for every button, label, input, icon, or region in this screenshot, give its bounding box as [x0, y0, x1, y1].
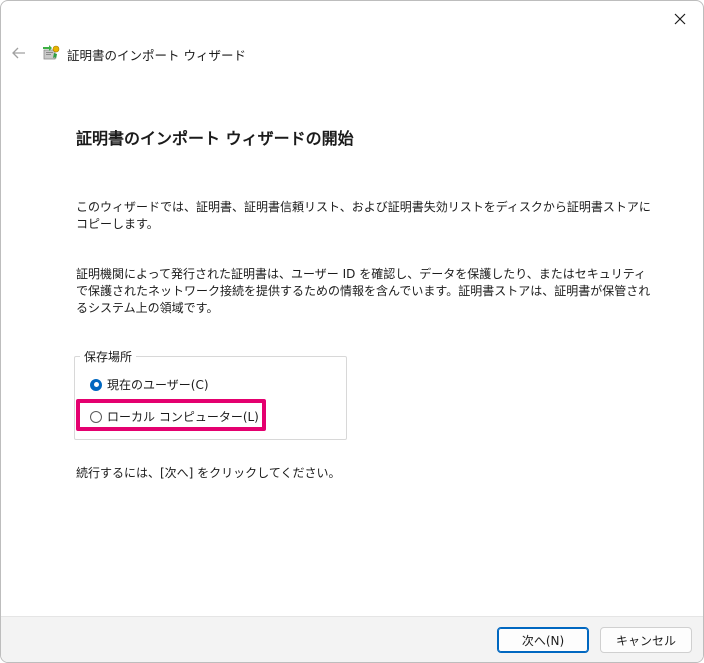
instruction-text: 続行するには、[次へ] をクリックしてください。: [76, 466, 341, 480]
next-button[interactable]: 次へ(N): [497, 627, 589, 653]
close-button[interactable]: [663, 5, 697, 33]
certificate-wizard-icon: [43, 45, 60, 60]
radio-current-user-label: 現在のユーザー(C): [107, 378, 209, 392]
window-title: 証明書のインポート ウィザード: [67, 48, 246, 63]
footer-bar: [1, 616, 703, 662]
store-location-legend: 保存場所: [80, 348, 137, 365]
highlight-box: [76, 399, 266, 431]
radio-selected-icon: [90, 378, 102, 391]
radio-current-user[interactable]: 現在のユーザー(C): [90, 376, 209, 393]
description-paragraph-2: 証明機関によって発行された証明書は、ユーザー ID を確認し、データを保護したり…: [76, 267, 651, 315]
cancel-button[interactable]: キャンセル: [600, 627, 692, 653]
back-arrow-icon: [12, 47, 25, 59]
back-button[interactable]: [7, 41, 31, 65]
description-paragraph-1: このウィザードでは、証明書、証明書信頼リスト、および証明書失効リストをディスクか…: [76, 200, 651, 231]
wizard-window: 証明書のインポート ウィザード 証明書のインポート ウィザードの開始 このウィザ…: [0, 0, 704, 663]
close-icon: [674, 13, 686, 25]
page-heading: 証明書のインポート ウィザードの開始: [76, 129, 354, 148]
